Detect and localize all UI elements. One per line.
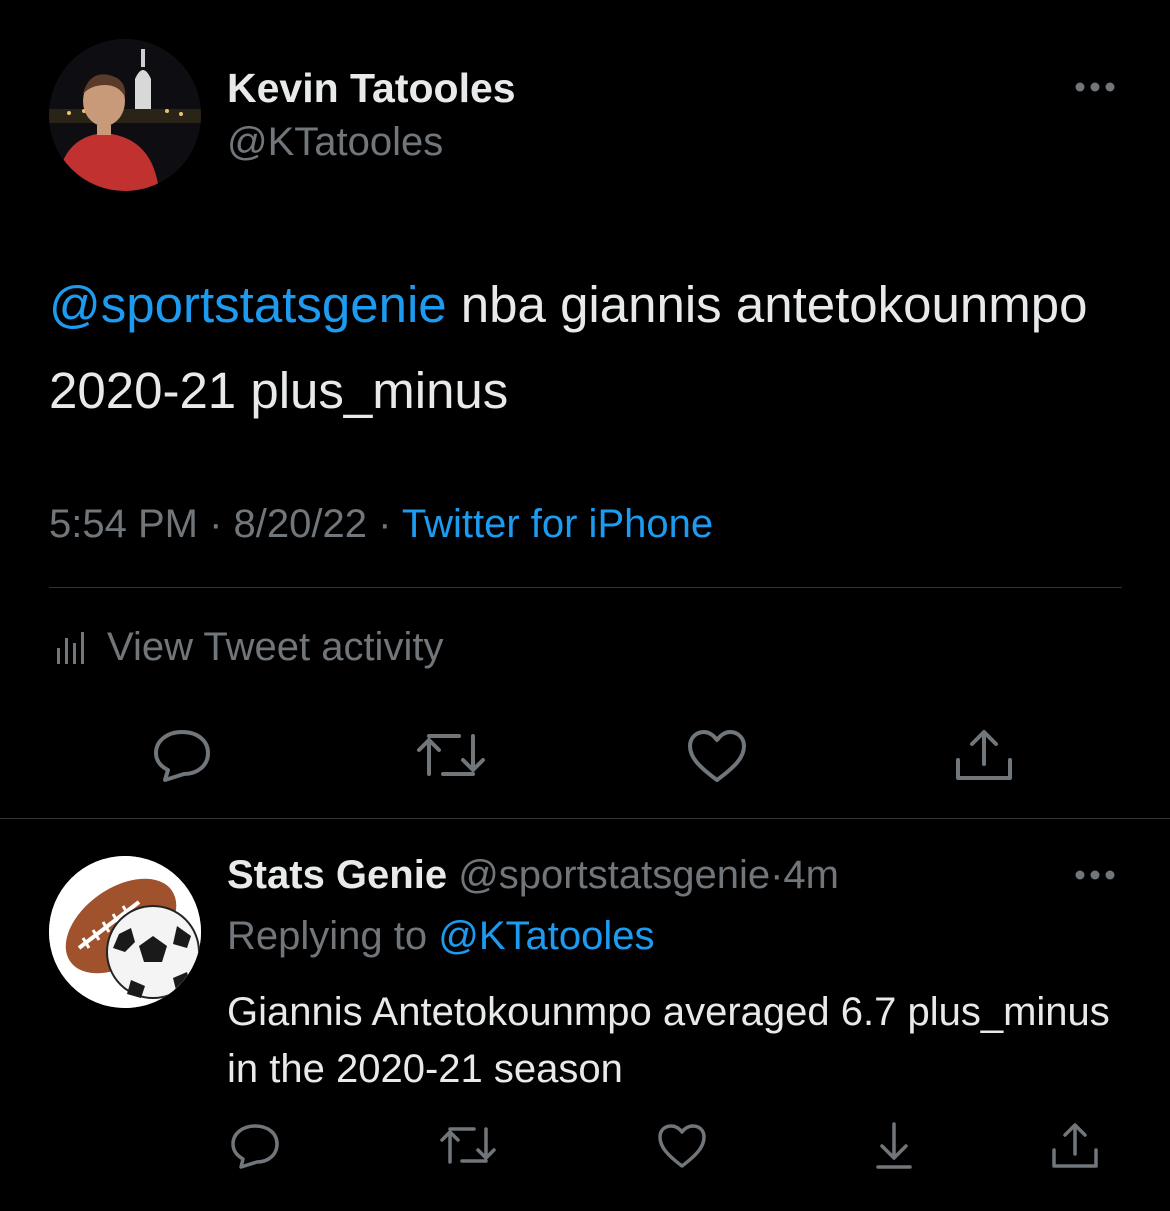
tweet-text: @sportstatsgenie nba giannis antetokounm… (49, 262, 1129, 434)
reply-text: Giannis Antetokounmpo averaged 6.7 plus_… (227, 990, 1110, 1091)
replying-to-link[interactable]: @KTatooles (438, 914, 654, 958)
more-options-icon[interactable] (1068, 860, 1120, 890)
share-icon[interactable] (952, 726, 1016, 784)
more-options-icon[interactable] (1068, 72, 1120, 102)
meta-separator: · (770, 853, 784, 897)
meta-separator: · (378, 502, 392, 546)
reply-author-name[interactable]: Stats Genie (227, 853, 447, 897)
author-handle[interactable]: @KTatooles (227, 120, 443, 165)
replying-to: Replying to @KTatooles (227, 914, 655, 959)
divider (0, 818, 1170, 819)
author-name[interactable]: Kevin Tatooles (227, 65, 516, 112)
reply-author-handle[interactable]: @sportstatsgenie (458, 853, 770, 897)
tweet-source-link[interactable]: Twitter for iPhone (402, 502, 713, 546)
reply-author-avatar[interactable] (49, 856, 201, 1008)
like-icon[interactable] (686, 728, 748, 784)
retweet-icon[interactable] (438, 1122, 498, 1168)
tweet-meta: 5:54 PM · 8/20/22 · Twitter for iPhone (49, 502, 713, 547)
tweet-date[interactable]: 8/20/22 (234, 502, 367, 546)
retweet-icon[interactable] (415, 728, 487, 782)
reply-icon[interactable] (229, 1121, 281, 1171)
mention-link[interactable]: @sportstatsgenie (49, 276, 447, 333)
tweet-time[interactable]: 5:54 PM (49, 502, 198, 546)
divider (49, 587, 1122, 588)
meta-separator: · (209, 502, 223, 546)
activity-label: View Tweet activity (107, 625, 444, 669)
share-icon[interactable] (1048, 1120, 1102, 1172)
like-icon[interactable] (656, 1122, 708, 1170)
view-tweet-activity[interactable]: View Tweet activity (55, 625, 443, 670)
reply-header: Stats Genie @sportstatsgenie·4m (227, 853, 839, 898)
download-icon[interactable] (870, 1120, 918, 1172)
reply-icon[interactable] (151, 726, 213, 784)
author-avatar[interactable] (49, 39, 201, 191)
analytics-icon (57, 631, 84, 664)
reply-age[interactable]: 4m (783, 853, 839, 897)
replying-to-label: Replying to (227, 914, 428, 958)
